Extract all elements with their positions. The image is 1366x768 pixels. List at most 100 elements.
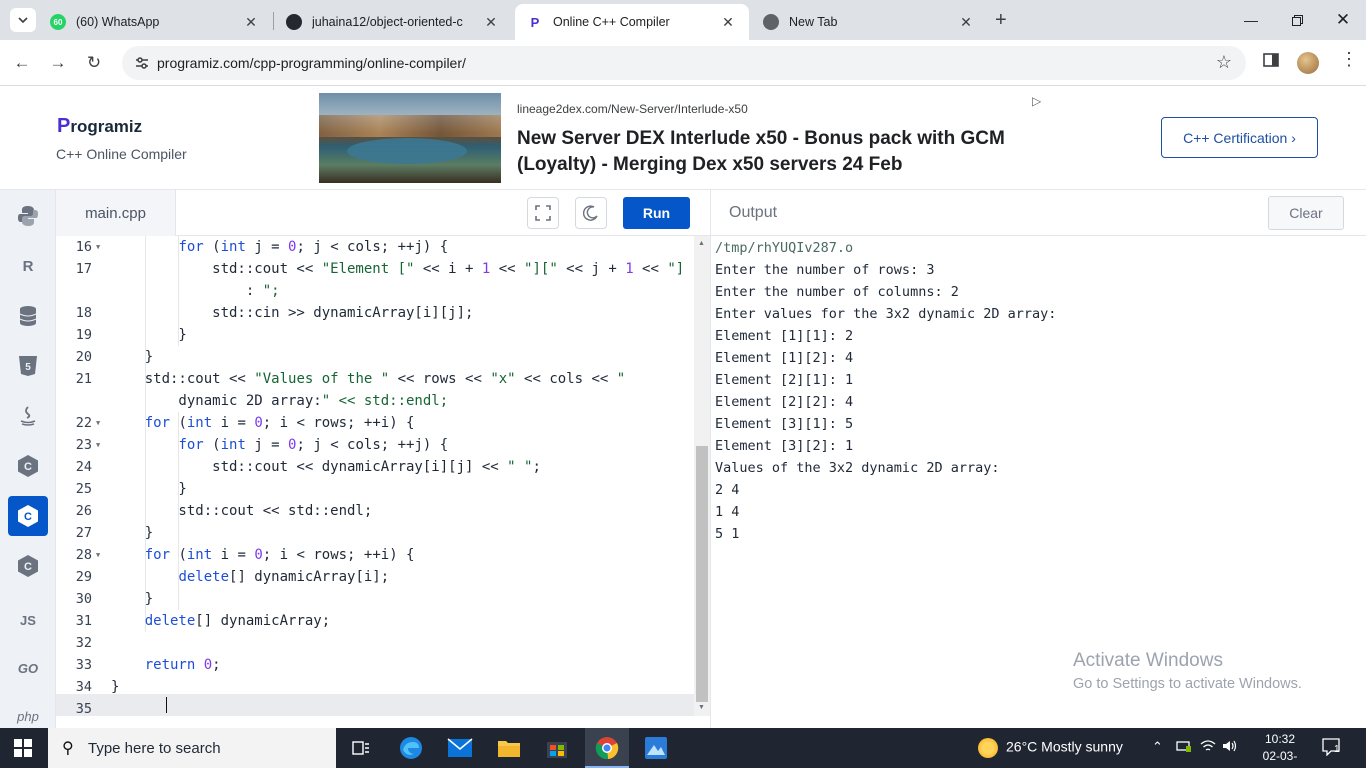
fold-arrow-icon[interactable]: ▼ [96, 419, 100, 427]
system-clock[interactable]: 10:32 02-03-2024 [1252, 731, 1308, 768]
line-number: 16 [75, 239, 92, 255]
tab-new-tab[interactable]: New Tab ✕ [751, 4, 987, 40]
output-line: 5 1 [715, 526, 740, 542]
code-line: std::cout << std::endl; [111, 503, 373, 519]
fold-arrow-icon[interactable]: ▼ [96, 551, 100, 559]
clear-button[interactable]: Clear [1268, 196, 1344, 230]
csharp-language-icon[interactable]: C [8, 546, 48, 586]
tab-search-button[interactable] [10, 8, 36, 32]
scrollbar-thumb[interactable] [696, 446, 708, 702]
output-line: Element [1][2]: 4 [715, 350, 854, 366]
weather-text: 26°C Mostly sunny [1006, 738, 1123, 755]
url-text: programiz.com/cpp-programming/online-com… [157, 55, 466, 71]
task-view-icon[interactable] [347, 734, 375, 762]
edge-browser-icon[interactable] [397, 734, 425, 762]
address-bar[interactable]: programiz.com/cpp-programming/online-com… [122, 46, 1246, 80]
editor-vertical-scrollbar[interactable]: ▲ ▼ [694, 236, 710, 716]
photos-app-icon[interactable] [642, 734, 670, 762]
file-explorer-icon[interactable] [495, 734, 523, 762]
minimize-icon[interactable]: — [1228, 0, 1274, 40]
output-line: Element [1][1]: 2 [715, 328, 854, 344]
close-tab-icon[interactable]: ✕ [719, 14, 737, 31]
tab-title: Online C++ Compiler [553, 15, 670, 29]
code-line: } [111, 349, 154, 365]
code-line: for (int j = 0; j < cols; ++j) { [178, 239, 449, 255]
close-tab-icon[interactable]: ✕ [957, 14, 975, 31]
reload-icon[interactable]: ↻ [82, 51, 106, 75]
code-line: } [111, 591, 154, 607]
ad-domain[interactable]: lineage2dex.com/New-Server/Interlude-x50 [517, 102, 748, 116]
scroll-down-arrow-icon[interactable]: ▼ [698, 704, 705, 711]
network-status-icon[interactable] [1176, 739, 1192, 756]
line-number: 20 [75, 349, 92, 365]
back-arrow-icon[interactable]: ← [10, 51, 34, 75]
menu-kebab-icon[interactable]: ⋮ [1340, 49, 1358, 70]
fullscreen-icon[interactable] [527, 197, 559, 229]
ad-choices-icon[interactable]: ▷ [1032, 94, 1041, 108]
code-line: for (int i = 0; i < rows; ++i) { [144, 415, 415, 431]
code-editor[interactable]: 16 ▼ 17 18 19 20 21 22 ▼ 23 ▼ 24 25 26 27 28 ▼ 29 30 31 32 33… [56, 236, 694, 716]
run-button[interactable]: Run [623, 197, 690, 229]
chrome-icon [763, 14, 779, 30]
ad-title[interactable]: New Server DEX Interlude x50 - Bonus pac… [517, 126, 1037, 178]
volume-icon[interactable] [1222, 739, 1238, 756]
notification-center-icon[interactable]: 1 [1322, 738, 1342, 757]
fold-arrow-icon[interactable]: ▼ [96, 441, 100, 449]
scroll-up-arrow-icon[interactable]: ▲ [698, 240, 705, 247]
tab-whatsapp[interactable]: 60 (60) WhatsApp ✕ [38, 4, 272, 40]
dark-mode-moon-icon[interactable] [575, 197, 607, 229]
c-language-icon[interactable]: C [8, 446, 48, 486]
go-language-icon[interactable]: GO [8, 648, 48, 688]
active-line-highlight [56, 694, 694, 716]
output-console[interactable]: /tmp/rhYUQIv287.o Enter the number of row… [711, 236, 1366, 728]
wifi-icon[interactable] [1200, 739, 1216, 756]
output-title: Output [729, 204, 778, 221]
javascript-icon[interactable]: JS [8, 600, 48, 640]
line-number: 32 [75, 635, 92, 651]
output-line: 1 4 [715, 504, 740, 520]
line-number: 28 [75, 547, 92, 563]
sun-weather-icon [978, 738, 998, 758]
output-line: Enter values for the 3x2 dynamic 2D arra… [715, 306, 1057, 322]
profile-avatar[interactable] [1297, 52, 1319, 74]
tab-title: juhaina12/object-oriented-c [312, 15, 463, 29]
line-number: 33 [75, 657, 92, 673]
restore-icon[interactable] [1274, 0, 1320, 40]
line-number: 30 [75, 591, 92, 607]
python-icon[interactable] [8, 196, 48, 236]
new-tab-plus-icon[interactable]: + [995, 9, 1007, 32]
chrome-icon[interactable] [593, 734, 621, 762]
code-line: std::cin >> dynamicArray[i][j]; [111, 305, 474, 321]
sql-database-icon[interactable] [8, 296, 48, 336]
side-panel-icon[interactable] [1263, 52, 1279, 73]
weather-widget[interactable]: 26°C Mostly sunny [978, 738, 1123, 758]
notification-count: 1 [1334, 744, 1340, 755]
programiz-logo[interactable]: Programiz [57, 115, 142, 138]
bookmark-star-icon[interactable]: ☆ [1216, 52, 1232, 73]
screen: 60 (60) WhatsApp ✕ juhaina12/object-orie… [0, 0, 1366, 768]
microsoft-store-icon[interactable] [543, 734, 571, 762]
watermark-subtitle: Go to Settings to activate Windows. [1073, 676, 1302, 692]
close-tab-icon[interactable]: ✕ [242, 14, 260, 31]
java-icon[interactable] [8, 396, 48, 436]
cpp-language-icon[interactable]: C [8, 496, 48, 536]
windows-start-icon[interactable] [14, 739, 32, 757]
r-language-icon[interactable]: R [8, 246, 48, 286]
cpp-certification-button[interactable]: C++ Certification › [1161, 117, 1318, 158]
tab-github[interactable]: juhaina12/object-oriented-c ✕ [274, 4, 512, 40]
tab-online-cpp-compiler[interactable]: P Online C++ Compiler ✕ [515, 4, 749, 40]
output-line: Enter the number of rows: 3 [715, 262, 935, 278]
watermark-title: Activate Windows [1073, 650, 1223, 671]
html5-icon[interactable]: 5 [8, 346, 48, 386]
show-hidden-icons-chevron-icon[interactable]: ⌃ [1152, 739, 1163, 755]
file-tab-main-cpp[interactable]: main.cpp [56, 190, 176, 236]
ad-image[interactable] [319, 93, 501, 183]
forward-arrow-icon[interactable]: → [46, 51, 70, 75]
taskbar-search[interactable]: ⚲ Type here to search [48, 728, 336, 768]
close-tab-icon[interactable]: ✕ [482, 14, 500, 31]
close-window-icon[interactable]: ✕ [1320, 0, 1366, 40]
fold-arrow-icon[interactable]: ▼ [96, 243, 100, 251]
text-cursor [166, 697, 167, 713]
site-info-icon[interactable] [134, 55, 150, 71]
mail-icon[interactable] [446, 734, 474, 762]
